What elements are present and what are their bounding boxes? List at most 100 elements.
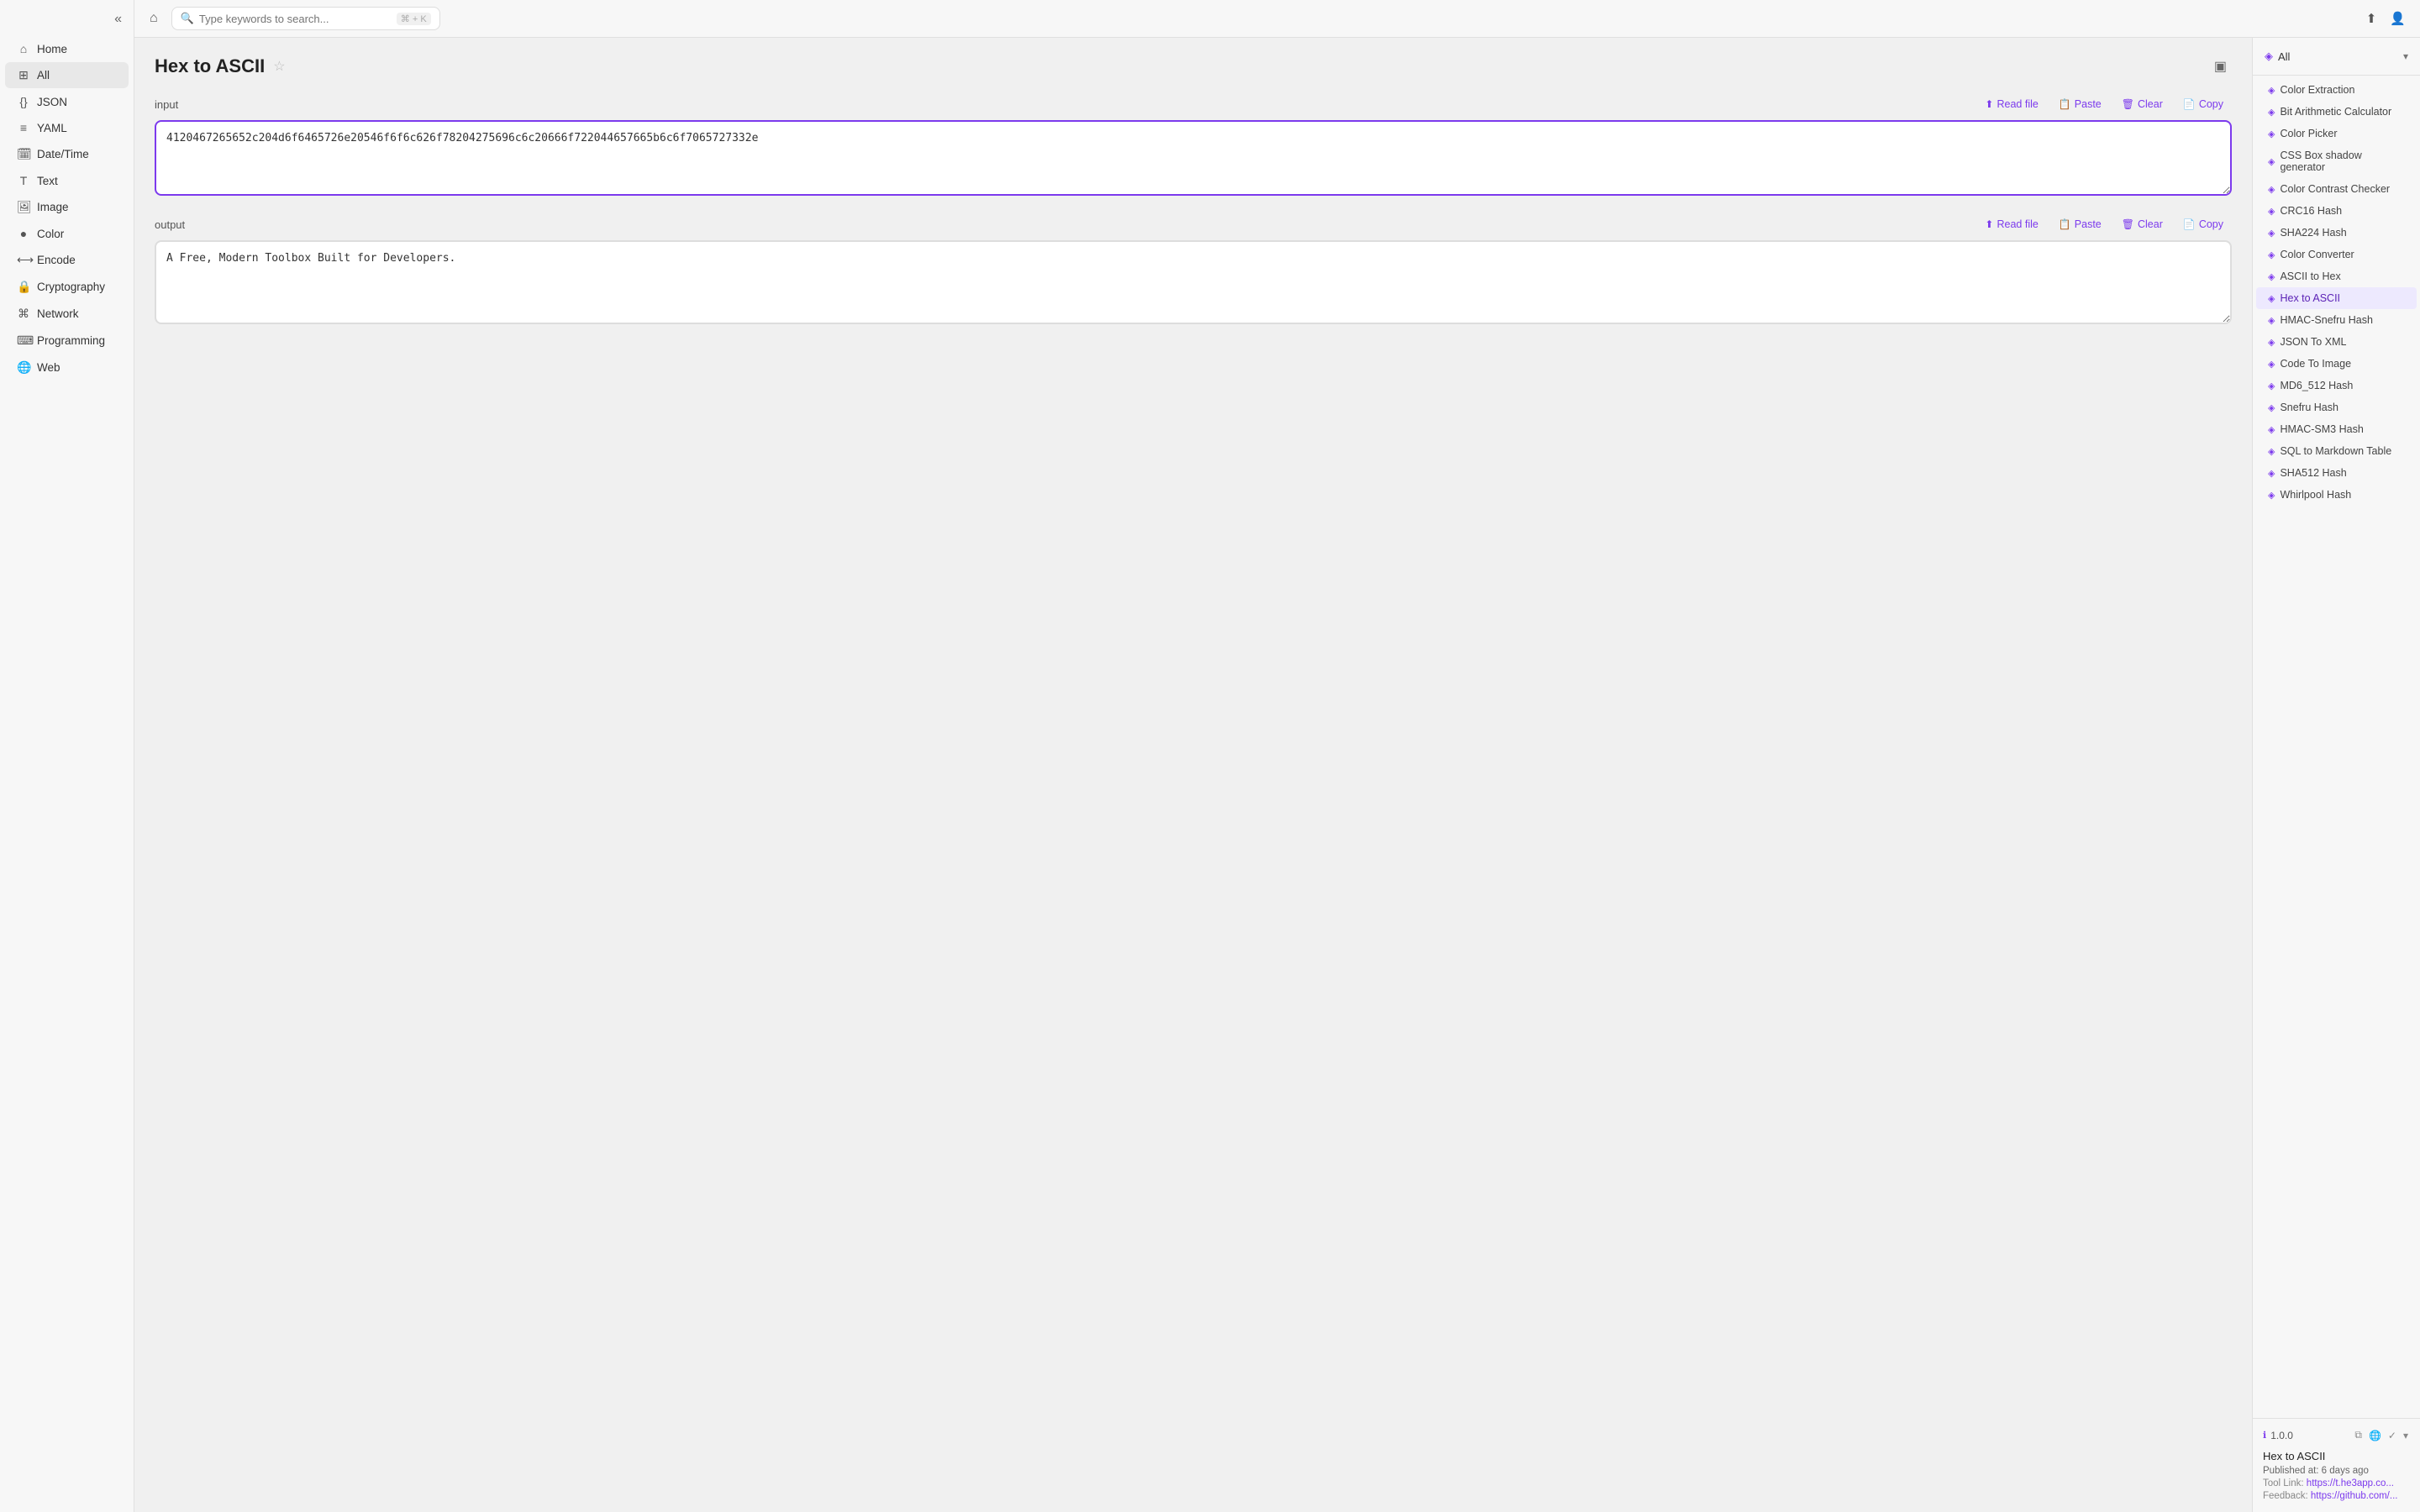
right-list-item-hex-to-ascii[interactable]: ◈ Hex to ASCII	[2256, 287, 2417, 309]
right-item-icon-css-box-shadow: ◈	[2268, 156, 2275, 167]
right-item-label-hex-to-ascii: Hex to ASCII	[2280, 292, 2340, 304]
sidebar-item-label-programming: Programming	[37, 334, 105, 347]
search-shortcut: ⌘ + K	[397, 13, 431, 25]
right-item-icon-code-to-image: ◈	[2268, 359, 2275, 370]
output-read-file-button[interactable]: ⬆ Read file	[1976, 215, 2046, 234]
check-version-button[interactable]: ✓	[2386, 1427, 2398, 1443]
right-panel: ◈ All ▾ ◈ Color Extraction ◈ Bit Arithme…	[2252, 38, 2420, 1512]
right-item-icon-color-contrast: ◈	[2268, 184, 2275, 195]
filter-label: ◈ All	[2265, 50, 2290, 63]
tool-link-label: Tool Link:	[2263, 1478, 2304, 1488]
sidebar-item-color[interactable]: ● Color	[5, 221, 129, 246]
sidebar-item-cryptography[interactable]: 🔒 Cryptography	[5, 274, 129, 300]
datetime-icon: 🗓	[17, 147, 30, 161]
sidebar-item-yaml[interactable]: ≡ YAML	[5, 115, 129, 140]
info-icon: ℹ	[2263, 1430, 2266, 1441]
json-icon: {}	[17, 95, 30, 108]
right-list-item-sql-markdown[interactable]: ◈ SQL to Markdown Table	[2256, 440, 2417, 462]
sidebar-item-json[interactable]: {} JSON	[5, 89, 129, 114]
right-list-item-color-picker[interactable]: ◈ Color Picker	[2256, 123, 2417, 144]
expand-version-button[interactable]: ▾	[2402, 1427, 2410, 1443]
text-icon: T	[17, 174, 30, 187]
web-version-button[interactable]: 🌐	[2367, 1427, 2383, 1443]
sidebar: « ⌂ Home ⊞ All {} JSON ≡ YAML 🗓 Date/Tim…	[0, 0, 134, 1512]
tool-link[interactable]: https://t.he3app.co...	[2307, 1478, 2394, 1488]
info-published: Published at: 6 days ago	[2263, 1466, 2410, 1476]
right-list-item-sha224-hash[interactable]: ◈ SHA224 Hash	[2256, 222, 2417, 244]
tool-panel: Hex to ASCII ☆ ▣ input ⬆ Read file 📋	[134, 38, 2252, 1512]
home-button[interactable]: ⌂	[145, 8, 163, 29]
right-list-item-code-to-image[interactable]: ◈ Code To Image	[2256, 353, 2417, 375]
input-clear-button[interactable]: 🗑 Clear	[2113, 95, 2171, 113]
sidebar-item-label-yaml: YAML	[37, 122, 67, 134]
right-item-label-whirlpool-hash: Whirlpool Hash	[2280, 489, 2351, 501]
copy-version-button[interactable]: ⧉	[2353, 1427, 2364, 1443]
right-list-item-color-extraction[interactable]: ◈ Color Extraction	[2256, 79, 2417, 101]
right-item-icon-bit-arithmetic: ◈	[2268, 107, 2275, 118]
paste-icon: 📋	[2059, 98, 2071, 110]
right-item-label-sha224-hash: SHA224 Hash	[2280, 227, 2346, 239]
clear-icon: 🗑	[2122, 98, 2134, 110]
right-item-label-bit-arithmetic: Bit Arithmetic Calculator	[2280, 106, 2391, 118]
right-item-label-hmac-snefru: HMAC-Snefru Hash	[2280, 314, 2372, 326]
right-list-item-css-box-shadow[interactable]: ◈ CSS Box shadow generator	[2256, 144, 2417, 178]
version-row: ℹ 1.0.0 ⧉ 🌐 ✓ ▾	[2263, 1427, 2410, 1443]
panel-toggle-button[interactable]: ▣	[2209, 55, 2232, 78]
output-section: output ⬆ Read file 📋 Paste 🗑 Clear	[155, 215, 2232, 327]
feedback-link[interactable]: https://github.com/...	[2311, 1491, 2398, 1501]
input-paste-button[interactable]: 📋 Paste	[2050, 95, 2110, 113]
right-list-item-sha512-hash[interactable]: ◈ SHA512 Hash	[2256, 462, 2417, 484]
right-list-item-hmac-sm3[interactable]: ◈ HMAC-SM3 Hash	[2256, 418, 2417, 440]
image-icon: 🖼	[17, 200, 30, 214]
sidebar-collapse-button[interactable]: «	[111, 10, 125, 29]
right-list-item-bit-arithmetic[interactable]: ◈ Bit Arithmetic Calculator	[2256, 101, 2417, 123]
right-item-icon-sha512-hash: ◈	[2268, 468, 2275, 479]
sidebar-item-network[interactable]: ⌘ Network	[5, 301, 129, 327]
share-button[interactable]: ⬆	[2362, 7, 2381, 30]
right-list-item-crc16-hash[interactable]: ◈ CRC16 Hash	[2256, 200, 2417, 222]
sidebar-item-datetime[interactable]: 🗓 Date/Time	[5, 141, 129, 167]
filter-icon: ◈	[2265, 50, 2273, 63]
yaml-icon: ≡	[17, 121, 30, 134]
right-panel-bottom: ℹ 1.0.0 ⧉ 🌐 ✓ ▾ Hex to ASCII Published a…	[2253, 1418, 2420, 1512]
output-paste-button[interactable]: 📋 Paste	[2050, 215, 2110, 234]
input-read-file-button[interactable]: ⬆ Read file	[1976, 95, 2046, 113]
search-input[interactable]	[199, 13, 392, 25]
sidebar-item-text[interactable]: T Text	[5, 168, 129, 193]
right-list-item-snefru-hash[interactable]: ◈ Snefru Hash	[2256, 396, 2417, 418]
right-list-item-hmac-snefru[interactable]: ◈ HMAC-Snefru Hash	[2256, 309, 2417, 331]
sidebar-item-home[interactable]: ⌂ Home	[5, 36, 129, 61]
sidebar-item-web[interactable]: 🌐 Web	[5, 354, 129, 381]
filter-chevron-button[interactable]: ▾	[2403, 50, 2408, 62]
output-section-header: output ⬆ Read file 📋 Paste 🗑 Clear	[155, 215, 2232, 234]
sidebar-item-encode[interactable]: ⟷ Encode	[5, 247, 129, 273]
sidebar-item-all[interactable]: ⊞ All	[5, 62, 129, 88]
upload-icon-2: ⬆	[1985, 218, 1993, 230]
right-list-item-color-converter[interactable]: ◈ Color Converter	[2256, 244, 2417, 265]
search-icon: 🔍	[181, 12, 194, 25]
output-textarea[interactable]: A Free, Modern Toolbox Built for Develop…	[155, 240, 2232, 324]
right-list-item-json-to-xml[interactable]: ◈ JSON To XML	[2256, 331, 2417, 353]
user-button[interactable]: 👤	[2386, 7, 2410, 30]
right-list-item-md6-512-hash[interactable]: ◈ MD6_512 Hash	[2256, 375, 2417, 396]
sidebar-item-programming[interactable]: ⌨ Programming	[5, 328, 129, 354]
right-list-item-ascii-to-hex[interactable]: ◈ ASCII to Hex	[2256, 265, 2417, 287]
right-item-label-ascii-to-hex: ASCII to Hex	[2280, 270, 2340, 282]
right-panel-top: ◈ All ▾	[2253, 38, 2420, 76]
right-list-item-color-contrast[interactable]: ◈ Color Contrast Checker	[2256, 178, 2417, 200]
favorite-button[interactable]: ☆	[271, 56, 287, 76]
cryptography-icon: 🔒	[17, 280, 30, 294]
right-list-item-whirlpool-hash[interactable]: ◈ Whirlpool Hash	[2256, 484, 2417, 506]
right-item-icon-hmac-snefru: ◈	[2268, 315, 2275, 326]
right-item-label-code-to-image: Code To Image	[2280, 358, 2351, 370]
sidebar-item-label-web: Web	[37, 361, 60, 374]
output-copy-button[interactable]: 📄 Copy	[2175, 215, 2232, 234]
right-item-label-color-extraction: Color Extraction	[2280, 84, 2354, 96]
version-info: ℹ 1.0.0	[2263, 1430, 2293, 1441]
input-copy-button[interactable]: 📄 Copy	[2175, 95, 2232, 113]
sidebar-item-label-image: Image	[37, 201, 69, 213]
input-textarea[interactable]: 4120467265652c204d6f6465726e20546f6f6c62…	[155, 120, 2232, 196]
sidebar-item-image[interactable]: 🖼 Image	[5, 194, 129, 220]
right-item-icon-whirlpool-hash: ◈	[2268, 490, 2275, 501]
output-clear-button[interactable]: 🗑 Clear	[2113, 215, 2171, 234]
